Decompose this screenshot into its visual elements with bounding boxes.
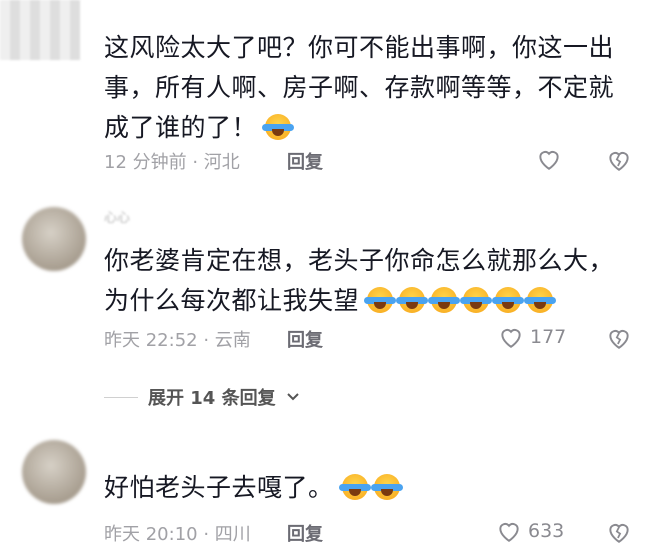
comment-text: 这风险太大了吧？你可不能出事啊，你这一出 事，所有人啊、房子啊、存款啊等等，不定… [104,28,634,148]
comment-item: 这风险太大了吧？你可不能出事啊，你这一出 事，所有人啊、房子啊、存款啊等等，不定… [0,0,660,190]
comment-line: 成了谁的了！ [104,108,634,148]
comment-meta: 12 分钟前 · 河北 [104,152,240,173]
comment-line: 好怕老头子去嘎了。 [104,468,634,508]
expand-replies-label: 展开 14 条回复 [148,388,276,409]
broken-heart-icon[interactable] [606,520,632,544]
comment-line: 这风险太大了吧？你可不能出事啊，你这一出 [104,33,615,62]
laughing-tears-emoji-icon [262,114,295,140]
heart-outline-icon [499,523,519,542]
avatar[interactable] [22,207,86,271]
comment-line: 事，所有人啊、房子啊、存款啊等等，不定就 [104,73,615,102]
broken-heart-icon[interactable] [606,148,632,172]
expand-replies-button[interactable]: 展开 14 条回复 [104,384,300,410]
comment-text: 好怕老头子去嘎了。 [104,468,634,508]
comment-meta: 昨天 22:52 · 云南 [104,330,251,351]
like-button[interactable]: 633 [496,519,564,543]
like-button[interactable]: 177 [498,325,566,349]
laughing-tears-emoji-icon [524,287,557,313]
comment-meta: 昨天 20:10 · 四川 [104,524,251,545]
reply-button[interactable]: 回复 [287,520,323,546]
like-button[interactable] [536,147,562,171]
laughing-tears-emoji-icon [364,287,397,313]
username[interactable]: 心心 [104,207,130,226]
like-count: 633 [528,520,565,542]
broken-heart-icon[interactable] [606,326,632,350]
reply-button[interactable]: 回复 [287,326,323,352]
laughing-tears-emoji-icon [460,287,493,313]
laughing-tears-emoji-icon [428,287,461,313]
heart-outline-icon [501,329,521,348]
comment-item: 心心 你老婆肯定在想，老头子你命怎么就那么大， 为什么每次都让我失望 昨天 22… [0,195,660,370]
comment-line: 为什么每次都让我失望 [104,281,634,321]
laughing-tears-emoji-icon [370,474,403,500]
like-count: 177 [530,326,567,348]
laughing-tears-emoji-icon [338,474,371,500]
comment-line: 你老婆肯定在想，老头子你命怎么就那么大， [104,246,615,275]
heart-outline-icon [539,151,559,170]
avatar[interactable] [22,440,86,504]
comment-text: 你老婆肯定在想，老头子你命怎么就那么大， 为什么每次都让我失望 [104,241,634,321]
divider-line [104,396,138,398]
chevron-down-icon [286,393,299,401]
comment-item: 好怕老头子去嘎了。 昨天 20:10 · 四川 回复 633 [0,420,660,553]
reply-button[interactable]: 回复 [287,148,323,174]
laughing-tears-emoji-icon [396,287,429,313]
laughing-tears-emoji-icon [492,287,525,313]
